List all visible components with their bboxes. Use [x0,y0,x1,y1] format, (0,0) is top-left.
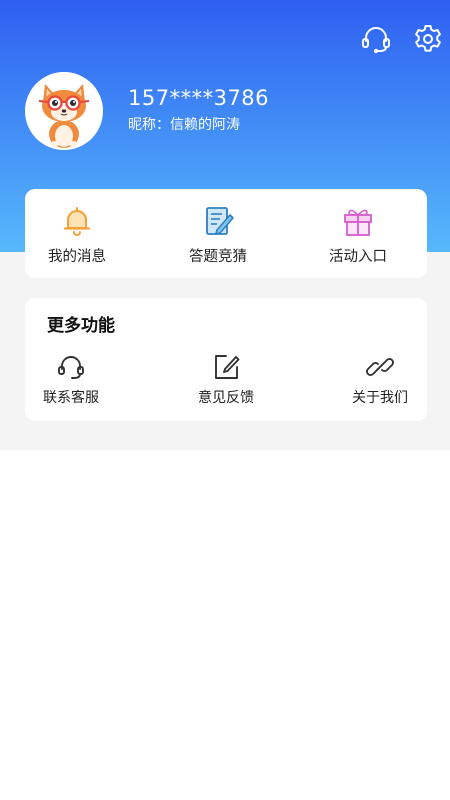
about-us-button[interactable]: 关于我们 [349,352,411,407]
quick-actions-card: 我的消息 答题竞猜 活动入口 [25,189,427,278]
user-phone: 157****3786 [128,86,270,110]
more-item-label: 意见反馈 [198,390,254,406]
bell-icon [63,207,91,236]
quiz-guess-button[interactable]: 答题竞猜 [187,203,249,266]
more-features-card: 更多功能 联系客服 意见反馈 关于我们 [25,298,427,421]
more-item-label: 联系客服 [43,390,99,406]
gift-icon [344,209,372,236]
fox-avatar-icon [25,72,103,150]
more-features-title: 更多功能 [47,316,115,336]
avatar[interactable] [25,72,103,150]
more-item-label: 关于我们 [352,390,408,406]
activity-entry-button[interactable]: 活动入口 [327,203,389,266]
quick-action-label: 活动入口 [329,249,387,265]
profile-page: 157****3786 昵称：信赖的阿涛 我的消息 答题竞猜 活动入口 更多功能… [0,0,450,800]
feedback-edit-icon [215,355,240,379]
feedback-button[interactable]: 意见反馈 [195,352,257,407]
quick-action-label: 我的消息 [48,249,106,265]
my-messages-button[interactable]: 我的消息 [47,203,107,266]
link-icon [366,358,394,376]
headset-icon[interactable] [359,22,393,56]
user-nickname: 昵称：信赖的阿涛 [128,117,240,133]
gear-icon[interactable] [411,22,445,56]
contact-support-button[interactable]: 联系客服 [40,352,102,407]
quick-action-label: 答题竞猜 [189,249,247,265]
headset-icon [58,356,84,379]
edit-document-icon [206,207,234,235]
